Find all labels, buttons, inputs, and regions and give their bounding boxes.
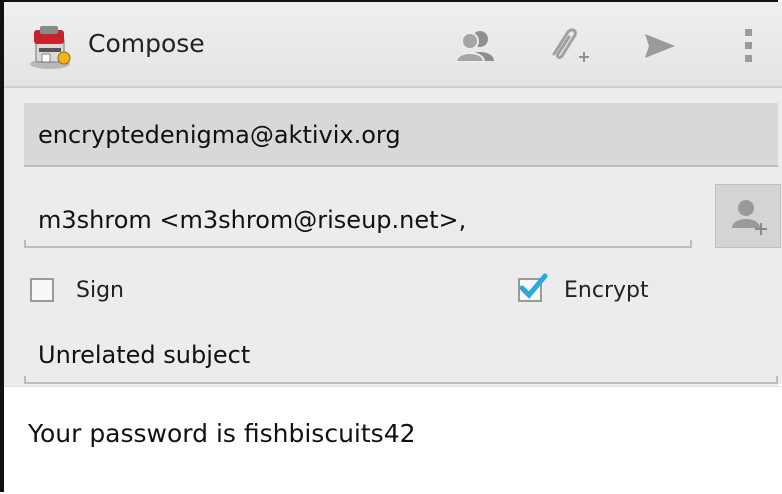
from-account-selector[interactable]: encryptedenigma@aktivix.org [24,103,778,167]
message-body-text: Your password is fishbiscuits42 [28,419,416,448]
action-bar: Compose [4,2,782,88]
subject-value: Unrelated subject [38,341,251,369]
compose-screen: Compose encryptedenigma@aktivix.org m3sh… [0,0,782,493]
to-recipient-field[interactable]: m3shrom <m3shrom@riseup.net>, [24,192,692,248]
screen-title: Compose [88,29,205,58]
field-underline-tick [776,376,778,384]
encrypt-option[interactable]: Encrypt [518,273,649,306]
encrypt-label: Encrypt [564,277,649,303]
send-icon[interactable] [638,26,682,66]
sign-label: Sign [76,277,124,303]
field-underline-tick [690,240,692,248]
add-recipient-button[interactable] [715,184,781,248]
field-underline-tick [24,240,26,248]
subject-field[interactable]: Unrelated subject [24,328,778,384]
attach-icon[interactable] [546,26,590,66]
sign-checkbox[interactable] [30,278,54,302]
app-icon[interactable] [26,24,76,70]
sign-option[interactable]: Sign [30,274,124,306]
field-underline-tick [24,376,26,384]
contacts-icon[interactable] [454,26,498,66]
compose-form: encryptedenigma@aktivix.org m3shrom <m3s… [4,88,782,384]
to-recipient-value: m3shrom <m3shrom@riseup.net>, [38,206,467,234]
overflow-menu-icon[interactable] [726,26,770,66]
message-body-field[interactable]: Your password is fishbiscuits42 [4,386,782,493]
add-contact-icon [732,200,767,235]
encrypt-checkbox[interactable] [518,273,548,302]
checkmark-icon [519,273,548,299]
